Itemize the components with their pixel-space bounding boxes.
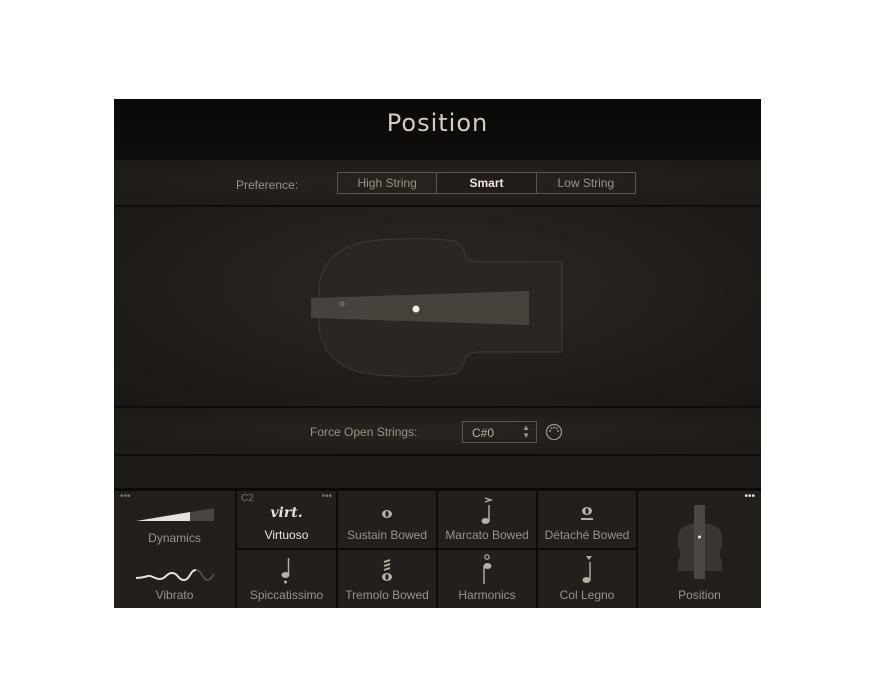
dynamics-wedge-icon[interactable] [136, 508, 214, 522]
detache-note-icon [581, 507, 593, 520]
preference-high-string-button[interactable]: High String [338, 173, 438, 193]
force-open-strings-value: C#0 [472, 426, 495, 440]
sustain-bowed-label: Sustain Bowed [346, 528, 428, 542]
instrument-position-view [114, 207, 761, 406]
harmonic-note-icon [483, 554, 492, 584]
position-more-icon[interactable]: ••• [744, 492, 755, 502]
position-tile[interactable]: ••• Position [638, 491, 761, 608]
whole-note-icon [382, 510, 392, 518]
staccato-note-icon [281, 558, 290, 584]
articulation-tile-col-legno[interactable]: Col Legno [538, 550, 636, 608]
preference-segmented-control: High String Smart Low String [337, 172, 636, 194]
col-legno-note-icon [582, 556, 592, 583]
preference-bar: Preference: High String Smart Low String [114, 160, 761, 207]
inactive-position-dot [339, 301, 345, 307]
position-dot-handle[interactable] [412, 305, 420, 313]
articulation-grid: ••• Dynamics Vibrato C2 ••• virt. Virtuo… [114, 490, 761, 608]
tremolo-note-icon [382, 559, 392, 581]
title-bar: Position [114, 99, 761, 160]
dynamics-label: Dynamics [148, 531, 201, 545]
preference-label: Preference: [236, 178, 299, 192]
keyswitch-label: C2 [241, 493, 254, 504]
midi-connector-icon[interactable] [545, 423, 563, 441]
preference-low-string-button[interactable]: Low String [537, 173, 635, 193]
virtuoso-more-icon[interactable]: ••• [321, 492, 332, 502]
position-label: Position [678, 588, 721, 602]
preference-smart-button[interactable]: Smart [437, 173, 537, 193]
spinner-arrows-icon: ▲ ▼ [522, 423, 530, 440]
marcato-bowed-label: Marcato Bowed [445, 528, 529, 542]
articulation-tile-harmonics[interactable]: Harmonics [438, 550, 536, 608]
articulation-tile-detache-bowed[interactable]: Détaché Bowed [538, 491, 636, 548]
vibrato-label: Vibrato [155, 588, 194, 602]
spiccatissimo-label: Spiccatissimo [249, 588, 324, 602]
dynamics-more-icon[interactable]: ••• [120, 492, 131, 502]
articulation-tile-virtuoso[interactable]: C2 ••• virt. Virtuoso [237, 491, 336, 548]
articulation-tile-marcato-bowed[interactable]: Marcato Bowed [438, 491, 536, 548]
violin-diagram [311, 207, 563, 377]
position-panel: Position Preference: High String Smart L… [114, 99, 761, 608]
marcato-note-icon [481, 497, 494, 524]
empty-strip [114, 456, 761, 490]
page-title: Position [386, 109, 489, 137]
col-legno-label: Col Legno [559, 588, 615, 602]
dynamics-vibrato-tile: ••• Dynamics Vibrato [114, 491, 235, 608]
articulation-tile-tremolo-bowed[interactable]: Tremolo Bowed [338, 550, 436, 608]
violin-position-icon [677, 505, 723, 579]
violin-body-main [364, 207, 529, 221]
harmonics-label: Harmonics [458, 588, 516, 602]
articulation-tile-sustain-bowed[interactable]: Sustain Bowed [338, 491, 436, 548]
detache-bowed-label: Détaché Bowed [544, 528, 630, 542]
tremolo-bowed-label: Tremolo Bowed [345, 588, 429, 602]
force-open-strings-label: Force Open Strings: [310, 425, 418, 439]
force-open-strings-select[interactable]: C#0 ▲ ▼ [462, 421, 537, 443]
virtuoso-label: Virtuoso [264, 528, 309, 542]
force-open-strings-bar: Force Open Strings: C#0 ▲ ▼ [114, 406, 761, 456]
vibrato-wave-icon[interactable] [136, 566, 214, 584]
virtuoso-icon: virt. [270, 505, 303, 521]
articulation-tile-spiccatissimo[interactable]: Spiccatissimo [237, 550, 336, 608]
